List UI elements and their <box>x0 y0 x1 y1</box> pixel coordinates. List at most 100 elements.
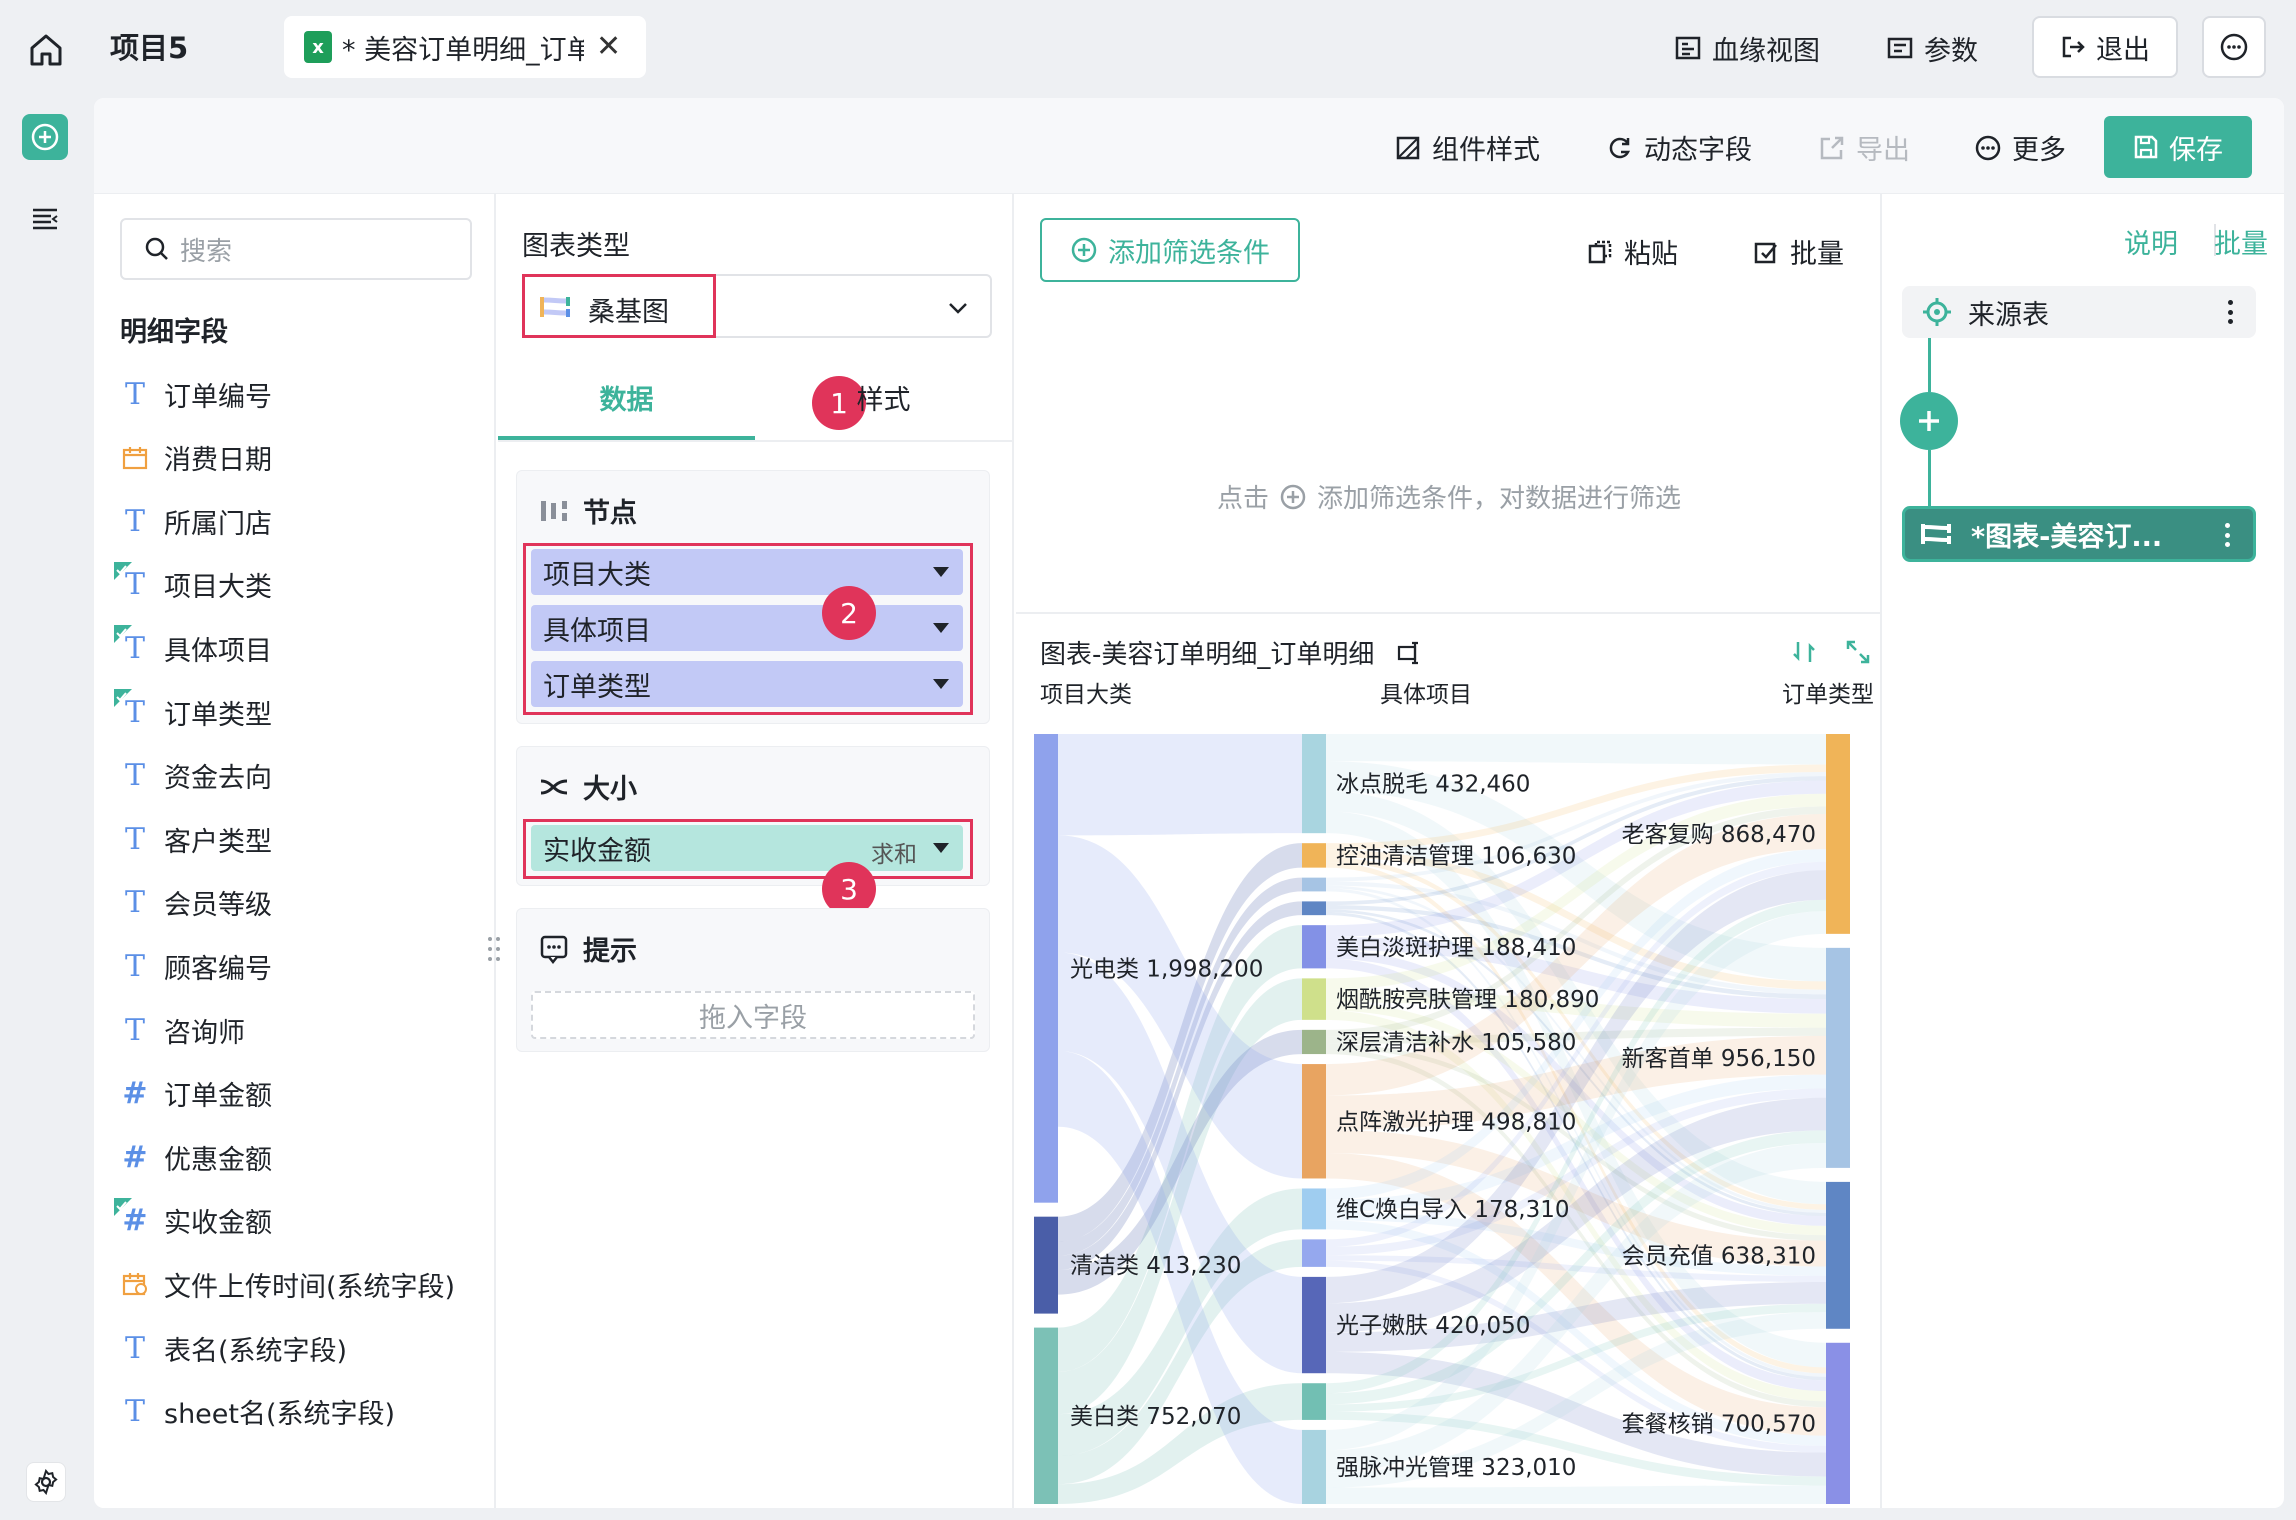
field-item[interactable]: T 咨询师 <box>120 1010 245 1050</box>
field-item[interactable]: # 实收金额 <box>114 1197 272 1241</box>
field-item[interactable]: # 优惠金额 <box>120 1137 272 1177</box>
lineage-view-button[interactable]: 血缘视图 <box>1674 28 1820 68</box>
chart-node-label: *图表-美容订... <box>1971 521 2163 553</box>
field-item[interactable]: T 具体项目 <box>114 625 272 668</box>
field-item[interactable]: T 客户类型 <box>120 819 272 859</box>
field-label: 具体项目 <box>164 635 272 667</box>
outline-list-icon[interactable] <box>30 204 60 234</box>
active-tab-indicator <box>498 436 755 440</box>
field-item[interactable]: 文件上传时间(系统字段) <box>120 1264 455 1304</box>
source-table-node[interactable]: 来源表 <box>1902 286 2256 338</box>
tab-style[interactable]: 样式 <box>755 378 1012 417</box>
text-type-icon: T <box>114 561 150 602</box>
home-icon[interactable] <box>26 30 66 70</box>
chart-type-label: 图表类型 <box>522 231 630 262</box>
field-label: sheet名(系统字段) <box>164 1399 396 1431</box>
plus-circle-icon <box>1071 237 1097 263</box>
rename-icon[interactable] <box>1396 639 1424 667</box>
lineage-panel: 说明 批量 来源表 *图表-美容订... <box>1884 194 2284 1508</box>
plus-icon <box>1919 411 1939 431</box>
node-title: 节点 <box>583 498 637 529</box>
sankey-node-category <box>1034 734 1058 1203</box>
field-item[interactable]: T 订单编号 <box>120 374 272 414</box>
number-type-icon: # <box>114 1197 150 1238</box>
sankey-node-item <box>1302 1429 1326 1504</box>
preview-panel: 添加筛选条件 粘贴 批量 点击 添加筛选条件，对数据进行筛选 图表-美容订单明细… <box>1016 194 1882 1508</box>
chart-type-value: 桑基图 <box>588 297 669 328</box>
close-tab-icon[interactable]: ✕ <box>596 32 621 62</box>
field-item[interactable]: T 顾客编号 <box>120 946 272 986</box>
sankey-node-category <box>1034 1216 1058 1314</box>
node-icon <box>541 500 567 521</box>
sankey-node-item <box>1302 925 1326 969</box>
chart-title: 图表-美容订单明细_订单明细 <box>1040 634 1424 671</box>
paste-button[interactable]: 粘贴 <box>1586 232 1678 271</box>
selected-check-icon <box>114 625 132 644</box>
chart-node[interactable]: *图表-美容订... <box>1902 506 2256 562</box>
connector-line <box>1928 338 1931 392</box>
sankey-node-item <box>1302 734 1326 834</box>
sankey-node-label: 美白类 752,070 <box>1070 1404 1241 1430</box>
explain-link[interactable]: 说明 <box>2124 222 2178 261</box>
export-button[interactable]: 导出 <box>1818 128 1910 167</box>
settings-button[interactable] <box>26 1462 66 1502</box>
field-label: 订单类型 <box>164 699 272 731</box>
sankey-chart-icon <box>540 297 570 317</box>
sankey-node-category <box>1034 1327 1058 1504</box>
field-item[interactable]: T 项目大类 <box>114 561 272 605</box>
document-tab[interactable]: x * 美容订单明细_订单明细 ✕ <box>284 16 646 78</box>
field-item[interactable]: Tsheet名(系统字段) <box>120 1392 395 1432</box>
project-title: 项目5 <box>110 31 189 65</box>
lineage-icon <box>1675 36 1701 60</box>
exit-button[interactable]: 退出 <box>2032 16 2178 78</box>
sankey-node-item <box>1302 1188 1326 1230</box>
sankey-node-order-type <box>1826 1181 1850 1329</box>
component-style-button[interactable]: 组件样式 <box>1394 128 1540 167</box>
field-label: 消费日期 <box>164 445 272 477</box>
chart-type-select[interactable]: 桑基图 <box>522 274 992 338</box>
fullscreen-icon[interactable] <box>1844 638 1872 666</box>
exit-label: 退出 <box>2096 34 2150 66</box>
kebab-menu-icon[interactable] <box>2225 523 2231 547</box>
sankey-node-item <box>1302 843 1326 868</box>
node-card: 节点 项目大类 具体项目 订单类型 <box>516 470 990 724</box>
save-button[interactable]: 保存 <box>2104 116 2252 178</box>
more-options-button[interactable] <box>2202 16 2266 78</box>
text-type-icon: T <box>124 885 145 921</box>
field-item[interactable]: T 会员等级 <box>120 883 272 923</box>
more-button[interactable]: 更多 <box>1974 128 2066 167</box>
calendar-icon <box>120 443 150 473</box>
target-crosshair-icon <box>1923 298 1951 326</box>
field-label: 所属门店 <box>164 508 272 540</box>
add-button[interactable] <box>22 114 68 160</box>
field-item[interactable]: 消费日期 <box>120 438 272 478</box>
source-table-label: 来源表 <box>1968 299 2049 331</box>
add-filter-button[interactable]: 添加筛选条件 <box>1040 218 1300 282</box>
params-button[interactable]: 参数 <box>1886 28 1978 68</box>
dynamic-icon <box>1609 137 1631 158</box>
field-item[interactable]: T 订单类型 <box>114 689 272 732</box>
field-search-input[interactable]: 搜索 <box>120 218 472 280</box>
field-item[interactable]: T 表名(系统字段) <box>120 1328 347 1368</box>
search-placeholder: 搜索 <box>180 236 233 267</box>
tab-data[interactable]: 数据 <box>498 378 755 417</box>
sankey-node-label: 点阵激光护理 498,810 <box>1336 1109 1576 1135</box>
node-fields-highlight <box>523 543 973 715</box>
batch-button[interactable]: 批量 <box>1752 232 1844 271</box>
field-item[interactable]: T 所属门店 <box>120 501 272 541</box>
swap-icon[interactable] <box>1790 638 1818 666</box>
tooltip-drop-zone[interactable]: 拖入字段 <box>531 991 975 1039</box>
selected-check-icon <box>114 689 132 707</box>
batch-link[interactable]: 批量 <box>2214 222 2268 261</box>
kebab-menu-icon[interactable] <box>2228 300 2234 324</box>
field-item[interactable]: T 资金去向 <box>120 756 272 796</box>
field-label: 文件上传时间(系统字段) <box>164 1271 456 1303</box>
selected-check-icon <box>114 561 132 580</box>
dynamic-field-button[interactable]: 动态字段 <box>1606 128 1752 167</box>
sankey-chart: 项目大类 具体项目 订单类型光电类 1,998,200 清洁类 413,230 美白类 … <box>1034 682 1874 1504</box>
add-step-button[interactable] <box>1900 392 1958 450</box>
sankey-chart-icon <box>1921 524 1951 544</box>
export-label: 导出 <box>1856 135 1910 166</box>
field-item[interactable]: # 订单金额 <box>120 1074 272 1114</box>
sankey-node-label: 深层清洁补水 105,580 <box>1336 1030 1576 1056</box>
